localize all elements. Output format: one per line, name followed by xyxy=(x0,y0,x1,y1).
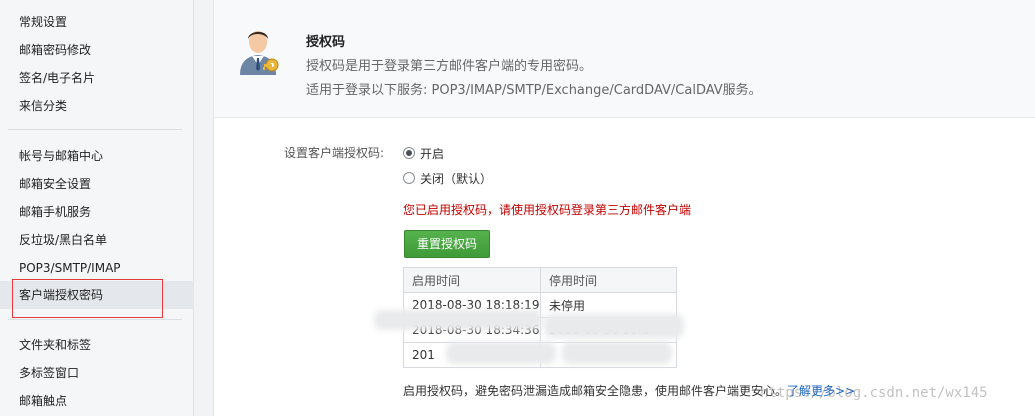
radio-checked-icon[interactable] xyxy=(403,147,415,159)
table-cell: 2018-08-30 18:3 xyxy=(539,317,678,343)
auth-history-table: 启用时间 停用时间 2018-08-30 18:18:19 未停用 2018-0… xyxy=(403,267,678,368)
sidebar-item-security[interactable]: 邮箱安全设置 xyxy=(0,170,194,198)
main-panel: 授权码 授权码是用于登录第三方邮件客户端的专用密码。 适用于登录以下服务: PO… xyxy=(213,0,1035,416)
radio-enable[interactable]: 开启 xyxy=(403,145,444,161)
sidebar-item-account-center[interactable]: 帐号与邮箱中心 xyxy=(0,142,194,170)
column-header-enabled: 启用时间 xyxy=(403,267,541,293)
table-cell: 201 xyxy=(403,342,541,368)
sidebar-item-mobile[interactable]: 邮箱手机服务 xyxy=(0,198,194,226)
sidebar-item-folders[interactable]: 文件夹和标签 xyxy=(0,331,194,359)
footer-tip-text: 启用授权码，避免密码泄漏造成邮箱安全隐患，使用邮件客户端更安心。 xyxy=(403,384,788,398)
table-row: 2018-08-30 18:34:36 2018-08-30 18:3 xyxy=(403,317,678,343)
page-title: 授权码 xyxy=(306,35,346,50)
sidebar-divider xyxy=(8,129,182,130)
setting-label: 设置客户端授权码: xyxy=(284,146,385,160)
sidebar-item-pop3[interactable]: POP3/SMTP/IMAP xyxy=(0,254,194,282)
table-cell: 2018-08-30 18:34:36 xyxy=(403,317,541,343)
learn-more-link[interactable]: 了解更多>> xyxy=(787,384,855,398)
sidebar-item-touchpoint[interactable]: 邮箱触点 xyxy=(0,387,194,415)
sidebar-item-mail-sort[interactable]: 来信分类 xyxy=(0,92,194,120)
sidebar-item-client-auth[interactable]: 客户端授权密码 xyxy=(0,281,194,309)
sidebar: 常规设置 邮箱密码修改 签名/电子名片 来信分类 帐号与邮箱中心 邮箱安全设置 … xyxy=(0,0,194,416)
services-line: 适用于登录以下服务: POP3/IMAP/SMTP/Exchange/CardD… xyxy=(306,83,762,98)
table-row: 201 xyxy=(403,342,678,368)
table-cell xyxy=(539,342,678,368)
table-cell: 未停用 xyxy=(539,292,678,318)
sidebar-item-antispam[interactable]: 反垃圾/黑白名单 xyxy=(0,226,194,254)
reset-auth-code-button[interactable]: 重置授权码 xyxy=(404,230,490,258)
sidebar-item-password[interactable]: 邮箱密码修改 xyxy=(0,36,194,64)
sidebar-divider xyxy=(8,319,182,320)
status-notice: 您已启用授权码，请使用授权码登录第三方邮件客户端 xyxy=(403,203,692,217)
table-header-row: 启用时间 停用时间 xyxy=(403,267,678,293)
sidebar-item-signature[interactable]: 签名/电子名片 xyxy=(0,64,194,92)
radio-disable-label: 关闭（默认） xyxy=(420,171,493,186)
sidebar-item-multi-tab[interactable]: 多标签窗口 xyxy=(0,359,194,387)
table-row: 2018-08-30 18:18:19 未停用 xyxy=(403,292,678,318)
sidebar-item-general[interactable]: 常规设置 xyxy=(0,8,194,36)
radio-disable[interactable]: 关闭（默认） xyxy=(403,170,492,186)
user-key-icon xyxy=(234,25,286,77)
radio-unchecked-icon[interactable] xyxy=(403,172,415,184)
radio-enable-label: 开启 xyxy=(420,146,445,161)
description-line: 授权码是用于登录第三方邮件客户端的专用密码。 xyxy=(306,59,593,74)
auth-code-header: 授权码 授权码是用于登录第三方邮件客户端的专用密码。 适用于登录以下服务: PO… xyxy=(214,0,1035,118)
footer-tip: 启用授权码，避免密码泄漏造成邮箱安全隐患，使用邮件客户端更安心。了解更多>> xyxy=(403,382,855,399)
column-header-disabled: 停用时间 xyxy=(539,267,678,293)
table-cell: 2018-08-30 18:18:19 xyxy=(403,292,541,318)
